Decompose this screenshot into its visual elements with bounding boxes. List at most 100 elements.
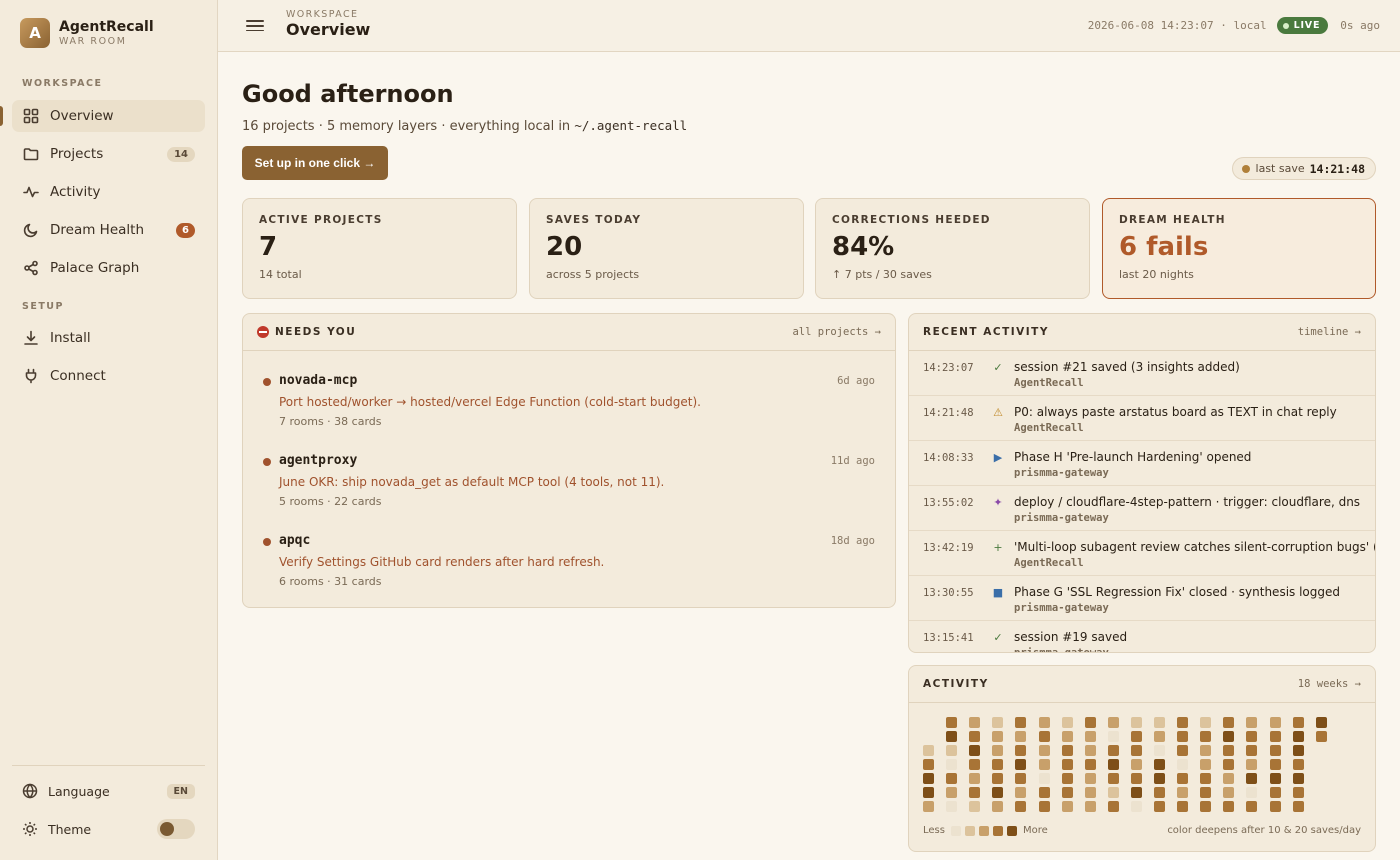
sidebar-item-activity[interactable]: Activity bbox=[12, 176, 205, 208]
heatmap-cell[interactable] bbox=[1130, 787, 1142, 798]
heatmap-cell[interactable] bbox=[1292, 801, 1304, 812]
heatmap-cell[interactable] bbox=[1269, 717, 1281, 728]
heatmap-cell[interactable] bbox=[1200, 801, 1212, 812]
heatmap-cell[interactable] bbox=[1084, 787, 1096, 798]
heatmap-cell[interactable] bbox=[1015, 717, 1027, 728]
heatmap-cell[interactable] bbox=[1269, 745, 1281, 756]
heatmap-cell[interactable] bbox=[1315, 731, 1327, 742]
heatmap-cell[interactable] bbox=[1061, 787, 1073, 798]
all-projects-link[interactable]: all projects → bbox=[792, 326, 881, 338]
heatmap-cell[interactable] bbox=[946, 801, 958, 812]
heatmap-cell[interactable] bbox=[1061, 773, 1073, 784]
heatmap-cell[interactable] bbox=[1246, 745, 1258, 756]
heatmap-cell[interactable] bbox=[1107, 787, 1119, 798]
heatmap-cell[interactable] bbox=[1154, 745, 1165, 756]
heatmap-cell[interactable] bbox=[923, 759, 934, 770]
heatmap-cell[interactable] bbox=[1223, 787, 1235, 798]
heatmap-cell[interactable] bbox=[1084, 801, 1096, 812]
heatmap-cell[interactable] bbox=[1246, 787, 1258, 798]
heatmap-cell[interactable] bbox=[992, 717, 1004, 728]
heatmap-cell[interactable] bbox=[1084, 717, 1096, 728]
heatmap-cell[interactable] bbox=[946, 773, 958, 784]
sidebar-item-dream-health[interactable]: Dream Health 6 bbox=[12, 214, 205, 246]
heatmap-cell[interactable] bbox=[1061, 731, 1073, 742]
language-selector[interactable]: Language EN bbox=[22, 783, 195, 799]
sidebar-item-overview[interactable]: Overview bbox=[12, 100, 205, 132]
heatmap-cell[interactable] bbox=[1246, 731, 1258, 742]
heatmap-cell[interactable] bbox=[969, 745, 981, 756]
sidebar-item-install[interactable]: Install bbox=[12, 322, 205, 354]
heatmap-cell[interactable] bbox=[1130, 773, 1142, 784]
activity-row[interactable]: 13:55:02 ✦ deploy / cloudflare-4step-patte… bbox=[909, 486, 1375, 531]
brand[interactable]: A AgentRecall WAR ROOM bbox=[20, 18, 154, 48]
heatmap-cell[interactable] bbox=[1200, 731, 1212, 742]
heatmap-cell[interactable] bbox=[1038, 717, 1050, 728]
heatmap-cell[interactable] bbox=[969, 773, 981, 784]
heatmap-cell[interactable] bbox=[1246, 759, 1258, 770]
heatmap-cell[interactable] bbox=[1177, 759, 1189, 770]
heatmap-cell[interactable] bbox=[1223, 745, 1235, 756]
stat-card-active-projects[interactable]: ACTIVE PROJECTS 7 14 total bbox=[242, 198, 517, 299]
heatmap-cell[interactable] bbox=[1130, 717, 1142, 728]
heatmap-cell[interactable] bbox=[1038, 801, 1050, 812]
heatmap-cell[interactable] bbox=[1292, 773, 1304, 784]
setup-button[interactable]: Set up in one click → bbox=[242, 146, 388, 180]
heatmap-cell[interactable] bbox=[1269, 759, 1281, 770]
heatmap-cell[interactable] bbox=[1223, 759, 1235, 770]
stat-card-saves-today[interactable]: SAVES TODAY 20 across 5 projects bbox=[529, 198, 804, 299]
stat-card-corrections[interactable]: CORRECTIONS HEEDED 84% ↑ 7 pts / 30 save… bbox=[815, 198, 1090, 299]
heatmap-cell[interactable] bbox=[1084, 731, 1096, 742]
heatmap-cell[interactable] bbox=[992, 801, 1004, 812]
activity-row[interactable]: 14:08:33 ▶ Phase H 'Pre-launch Hardening' … bbox=[909, 441, 1375, 486]
heatmap-cell[interactable] bbox=[946, 759, 958, 770]
heatmap-cell[interactable] bbox=[1315, 717, 1327, 728]
heatmap-cell[interactable] bbox=[1269, 731, 1281, 742]
heatmap-cell[interactable] bbox=[1038, 759, 1050, 770]
heatmap-cell[interactable] bbox=[1292, 787, 1304, 798]
heatmap-cell[interactable] bbox=[1130, 731, 1142, 742]
heatmap-cell[interactable] bbox=[946, 717, 958, 728]
heatmap-cell[interactable] bbox=[1154, 787, 1165, 798]
heatmap-cell[interactable] bbox=[946, 745, 958, 756]
heatmap-cell[interactable] bbox=[1107, 773, 1119, 784]
heatmap-cell[interactable] bbox=[1061, 717, 1073, 728]
sidebar-item-projects[interactable]: Projects 14 bbox=[12, 138, 205, 170]
heatmap-cell[interactable] bbox=[923, 773, 934, 784]
weeks-link[interactable]: 18 weeks → bbox=[1298, 678, 1361, 690]
heatmap-cell[interactable] bbox=[1292, 745, 1304, 756]
heatmap-cell[interactable] bbox=[1200, 717, 1212, 728]
heatmap-cell[interactable] bbox=[1107, 801, 1119, 812]
heatmap-cell[interactable] bbox=[1269, 787, 1281, 798]
heatmap-cell[interactable] bbox=[1130, 759, 1142, 770]
heatmap-cell[interactable] bbox=[1269, 801, 1281, 812]
theme-toggle[interactable] bbox=[157, 819, 195, 839]
heatmap-cell[interactable] bbox=[1084, 773, 1096, 784]
heatmap-cell[interactable] bbox=[1200, 759, 1212, 770]
heatmap-cell[interactable] bbox=[1107, 745, 1119, 756]
heatmap-cell[interactable] bbox=[969, 717, 981, 728]
heatmap-cell[interactable] bbox=[1200, 787, 1212, 798]
heatmap-cell[interactable] bbox=[992, 731, 1004, 742]
heatmap-cell[interactable] bbox=[946, 787, 958, 798]
heatmap-cell[interactable] bbox=[992, 745, 1004, 756]
activity-row[interactable]: 13:15:41 ✓ session #19 saved prismma-gatewa… bbox=[909, 621, 1375, 652]
heatmap-cell[interactable] bbox=[1154, 801, 1165, 812]
heatmap-cell[interactable] bbox=[969, 731, 981, 742]
heatmap-cell[interactable] bbox=[1177, 773, 1189, 784]
heatmap-cell[interactable] bbox=[1107, 759, 1119, 770]
heatmap-cell[interactable] bbox=[1130, 745, 1142, 756]
timeline-link[interactable]: timeline → bbox=[1298, 326, 1361, 338]
heatmap-cell[interactable] bbox=[992, 773, 1004, 784]
heatmap-cell[interactable] bbox=[1038, 731, 1050, 742]
heatmap-cell[interactable] bbox=[1292, 731, 1304, 742]
heatmap-cell[interactable] bbox=[1246, 773, 1258, 784]
heatmap-cell[interactable] bbox=[1015, 787, 1027, 798]
heatmap-cell[interactable] bbox=[1177, 745, 1189, 756]
heatmap-cell[interactable] bbox=[1292, 759, 1304, 770]
heatmap-cell[interactable] bbox=[1177, 717, 1189, 728]
heatmap-cell[interactable] bbox=[1038, 745, 1050, 756]
heatmap-cell[interactable] bbox=[1177, 787, 1189, 798]
heatmap-cell[interactable] bbox=[969, 787, 981, 798]
activity-row[interactable]: 14:23:07 ✓ session #21 saved (3 insights a… bbox=[909, 351, 1375, 396]
activity-row[interactable]: 13:30:55 ■ Phase G 'SSL Regression Fix' cl… bbox=[909, 576, 1375, 621]
